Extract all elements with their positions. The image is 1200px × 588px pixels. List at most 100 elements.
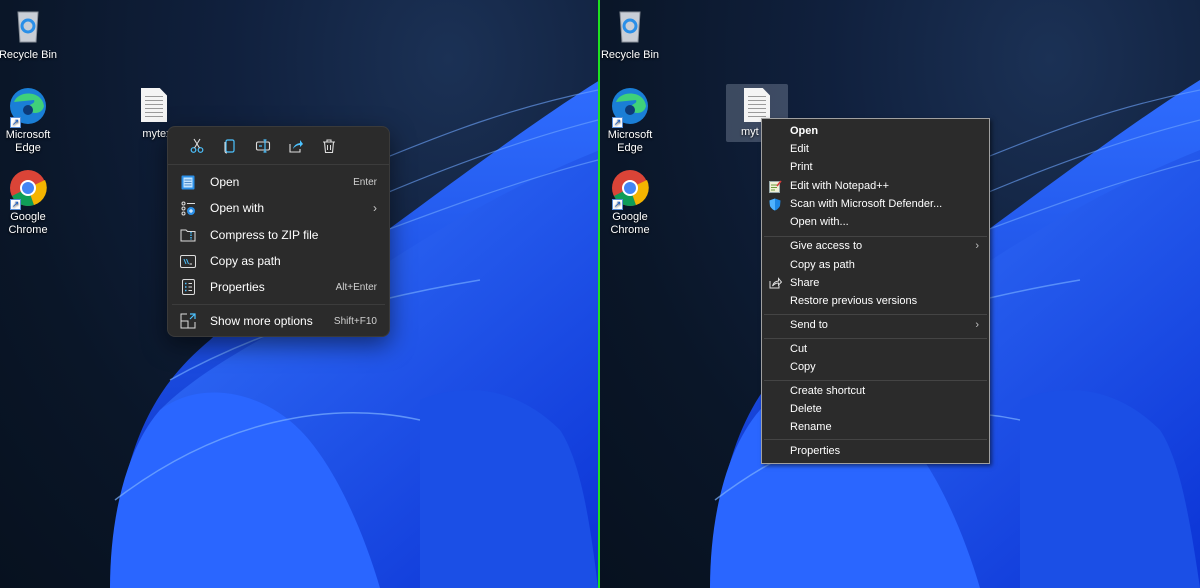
defender-shield-icon [768, 197, 782, 211]
menu-item-label: Copy [790, 361, 816, 373]
menu-item-label: Scan with Microsoft Defender... [790, 198, 943, 210]
menu-item-compress-zip[interactable]: Compress to ZIP file [172, 222, 385, 248]
menu-item-send-to[interactable]: Send to › [764, 316, 987, 334]
context-menu-toolbar [168, 127, 389, 165]
menu-item-copy-as-path[interactable]: Copy as path [172, 248, 385, 274]
menu-item-open[interactable]: Open Enter [172, 169, 385, 195]
edge-icon: ↗ [610, 86, 650, 128]
menu-item-label: Give access to [790, 240, 863, 252]
edge-label-line2: Edge [617, 142, 643, 154]
menu-item-properties[interactable]: Properties [764, 442, 987, 460]
open-with-icon [180, 200, 196, 216]
menu-item-open[interactable]: Open [764, 122, 987, 140]
menu-item-label: Send to [790, 319, 828, 331]
menu-item-delete[interactable]: Delete [764, 400, 987, 418]
recycle-bin-label: Recycle Bin [600, 49, 660, 61]
desktop-pane-win11: Recycle Bin ↗ Microsoft Edge ↗ Google Ch… [0, 0, 598, 588]
menu-item-edit[interactable]: Edit [764, 140, 987, 158]
shortcut-arrow-icon: ↗ [10, 117, 21, 128]
shortcut-arrow-icon: ↗ [10, 199, 21, 210]
menu-item-create-shortcut[interactable]: Create shortcut [764, 382, 987, 400]
edge-label-line2: Edge [15, 142, 41, 154]
share-button[interactable] [279, 132, 312, 160]
menu-item-label: Create shortcut [790, 385, 866, 397]
menu-item-label: Share [790, 277, 820, 289]
classic-context-menu: Open Edit Print Edit with Notepad++ Scan… [761, 118, 990, 464]
chevron-right-icon: › [373, 201, 377, 215]
desktop-icon-recycle-bin[interactable]: Recycle Bin [0, 6, 58, 62]
menu-item-label: Open [210, 175, 240, 189]
menu-separator [764, 439, 987, 440]
menu-item-copy[interactable]: Copy [764, 358, 987, 376]
shortcut-key: Shift+F10 [333, 315, 377, 327]
menu-item-print[interactable]: Print [764, 158, 987, 176]
menu-item-show-more-options[interactable]: Show more options Shift+F10 [172, 308, 385, 334]
menu-item-copy-as-path[interactable]: Copy as path [764, 256, 987, 274]
menu-item-label: Edit [790, 143, 809, 155]
chrome-label-line1: Google [10, 211, 46, 223]
menu-item-rename[interactable]: Rename [764, 418, 987, 436]
delete-button[interactable] [312, 132, 345, 160]
menu-item-edit-notepadpp[interactable]: Edit with Notepad++ [764, 177, 987, 195]
edge-icon: ↗ [8, 86, 48, 128]
chrome-icon: ↗ [610, 168, 650, 210]
text-file-icon [744, 88, 770, 122]
menu-item-label: Compress to ZIP file [210, 228, 319, 242]
menu-item-scan-defender[interactable]: Scan with Microsoft Defender... [764, 195, 987, 213]
chrome-label-line1: Google [612, 211, 648, 223]
menu-item-restore-versions[interactable]: Restore previous versions [764, 292, 987, 310]
menu-item-cut[interactable]: Cut [764, 340, 987, 358]
menu-item-properties[interactable]: Properties Alt+Enter [172, 274, 385, 300]
recycle-bin-icon [610, 6, 650, 46]
properties-icon [180, 279, 196, 295]
desktop-pane-classic: Recycle Bin ↗ Microsoft Edge ↗ Google Ch… [600, 0, 1200, 588]
menu-item-label: Restore previous versions [790, 295, 918, 307]
notepadpp-icon [768, 179, 782, 193]
menu-item-label: Copy as path [210, 254, 281, 268]
menu-item-label: Delete [790, 403, 822, 415]
menu-item-label: Print [790, 161, 813, 173]
notepad-icon [180, 174, 196, 190]
desktop-icon-chrome[interactable]: ↗ Google Chrome [0, 168, 58, 237]
menu-item-label: Open [790, 125, 819, 137]
delete-icon [322, 138, 335, 153]
copy-button[interactable] [213, 132, 246, 160]
share-icon [768, 276, 782, 290]
cut-button[interactable] [180, 132, 213, 160]
rename-button[interactable] [246, 132, 279, 160]
desktop-icon-chrome[interactable]: ↗ Google Chrome [600, 168, 660, 237]
text-file-icon [141, 88, 167, 122]
chevron-right-icon: › [975, 240, 979, 252]
desktop-icon-recycle-bin[interactable]: Recycle Bin [600, 6, 660, 62]
share-icon [288, 139, 303, 153]
menu-item-label: Copy as path [790, 259, 855, 271]
chevron-right-icon: › [975, 319, 979, 331]
menu-item-share[interactable]: Share [764, 274, 987, 292]
chrome-label-line2: Chrome [8, 224, 48, 236]
menu-item-label: Edit with Notepad++ [790, 180, 890, 192]
edge-label-line1: Microsoft [5, 129, 51, 141]
edge-label-line1: Microsoft [607, 129, 653, 141]
menu-item-label: Properties [210, 280, 265, 294]
copy-path-icon [180, 253, 196, 269]
menu-separator [172, 304, 385, 305]
win11-context-menu: Open Enter Open with › Compress to ZIP f… [167, 126, 390, 337]
chrome-icon: ↗ [8, 168, 48, 210]
desktop-icon-edge[interactable]: ↗ Microsoft Edge [600, 86, 660, 155]
rename-icon [255, 138, 270, 153]
menu-item-label: Rename [790, 421, 832, 433]
shortcut-arrow-icon: ↗ [612, 117, 623, 128]
show-more-icon [180, 313, 196, 329]
desktop-icon-edge[interactable]: ↗ Microsoft Edge [0, 86, 58, 155]
recycle-bin-label: Recycle Bin [0, 49, 58, 61]
menu-item-give-access[interactable]: Give access to › [764, 237, 987, 255]
menu-item-open-with[interactable]: Open with › [172, 195, 385, 221]
shortcut-arrow-icon: ↗ [612, 199, 623, 210]
recycle-bin-icon [8, 6, 48, 46]
menu-item-label: Show more options [210, 314, 313, 328]
menu-item-open-with[interactable]: Open with... [764, 213, 987, 231]
menu-item-label: Cut [790, 343, 808, 355]
menu-separator [764, 338, 987, 339]
cut-icon [190, 138, 203, 153]
chrome-label-line2: Chrome [610, 224, 650, 236]
